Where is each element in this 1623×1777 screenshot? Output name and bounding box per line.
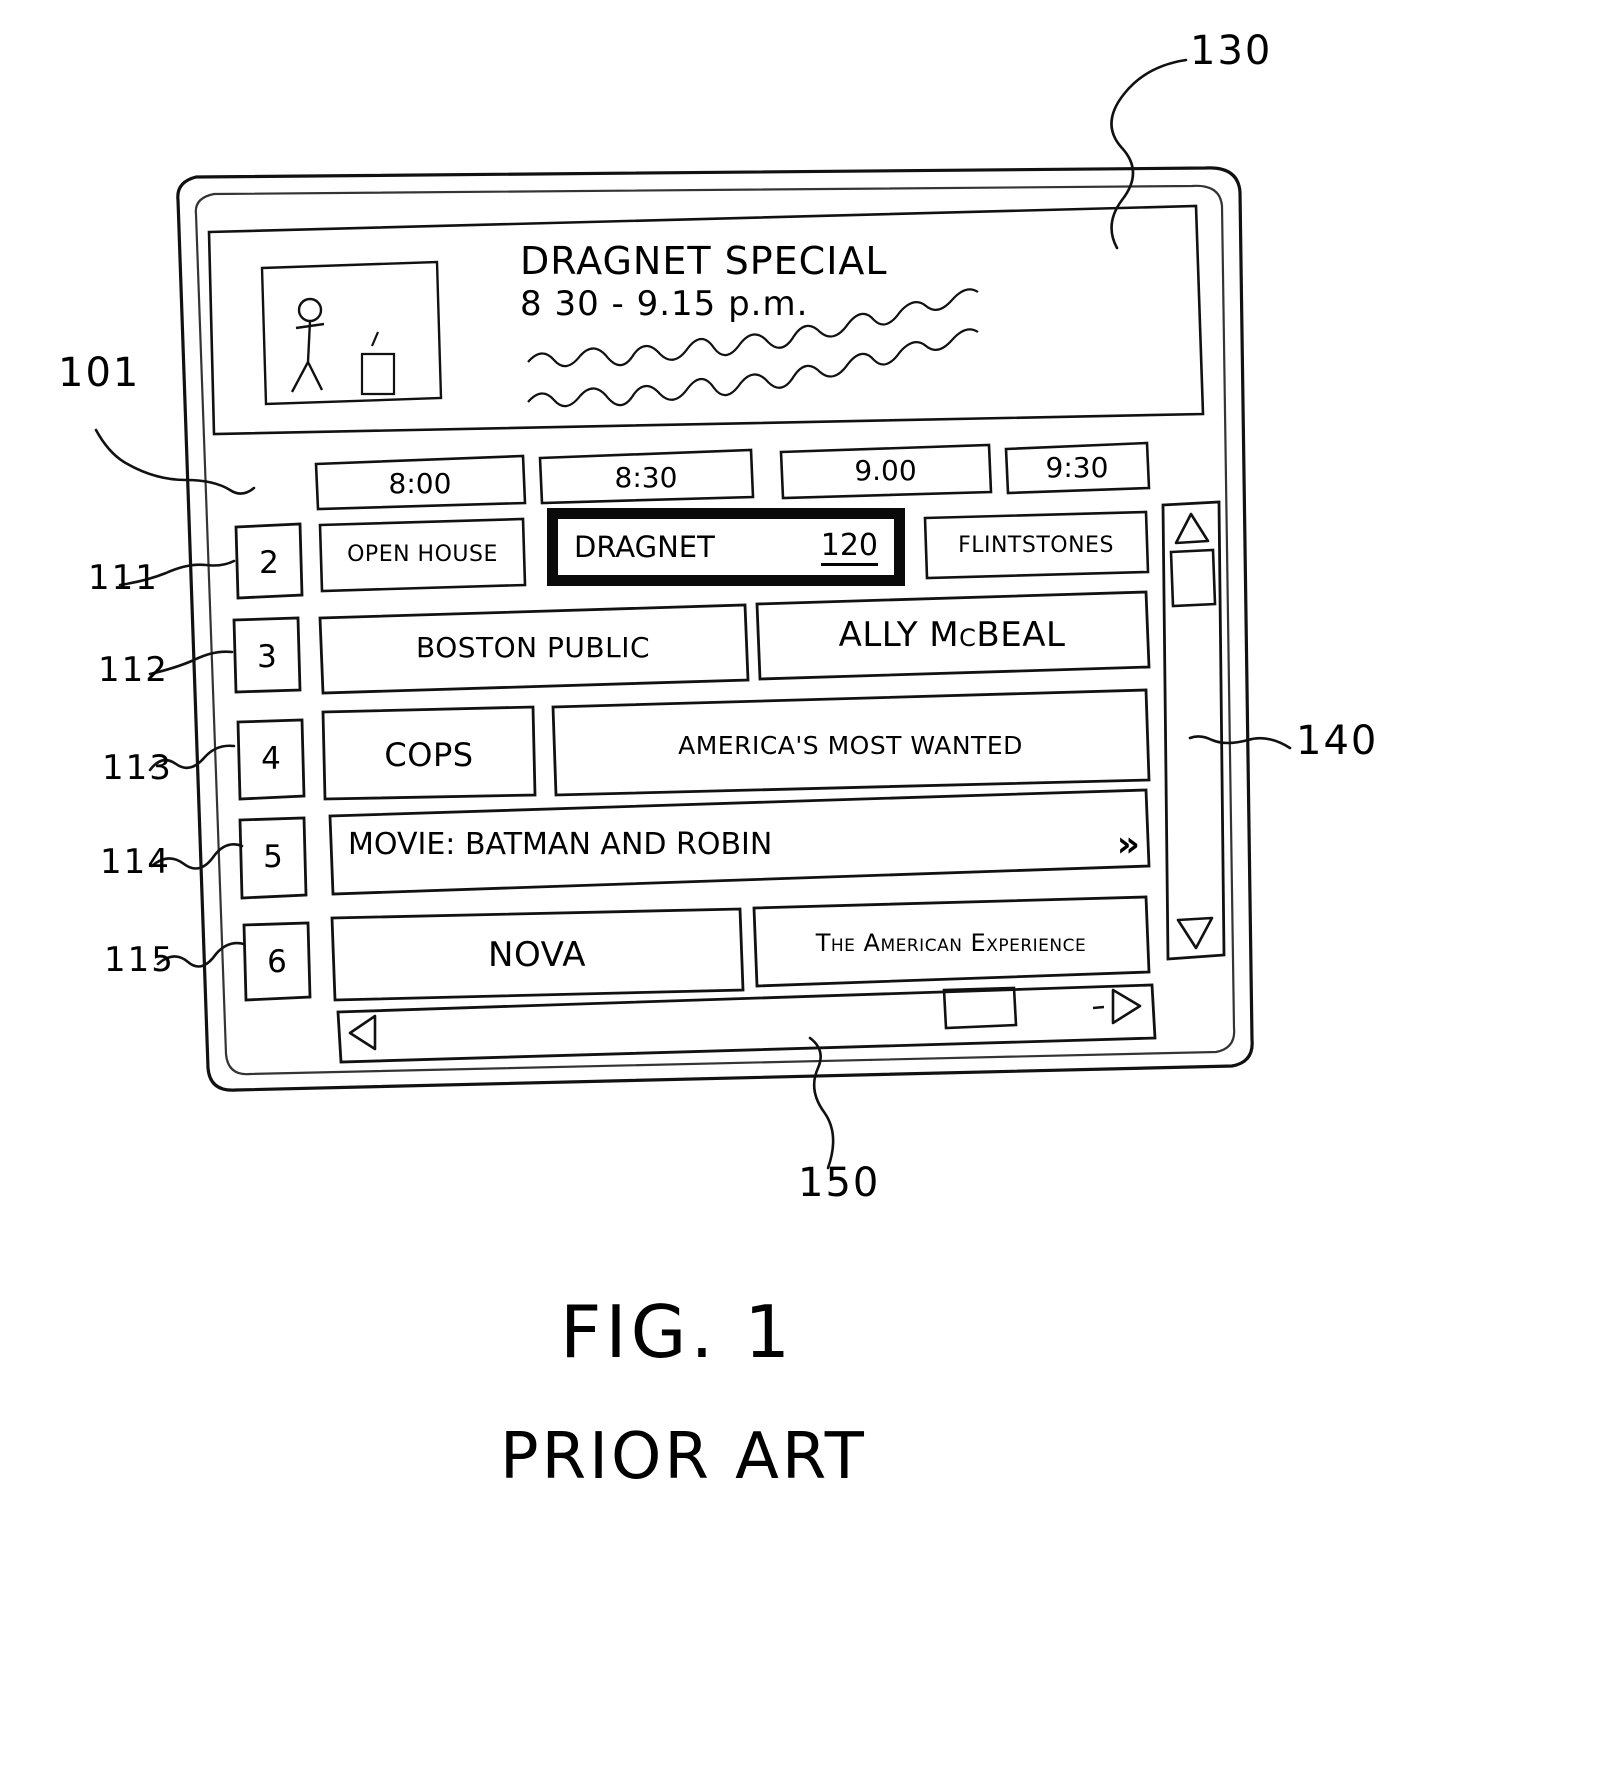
reference-numeral-150: 150 xyxy=(798,1160,881,1206)
reference-numeral-115: 115 xyxy=(104,940,175,980)
figure-subcaption: PRIOR ART xyxy=(500,1420,867,1494)
reference-numeral-101: 101 xyxy=(58,350,141,396)
figure-caption: FIG. 1 xyxy=(560,1290,795,1374)
reference-numeral-130: 130 xyxy=(1190,28,1273,74)
reference-numeral-112: 112 xyxy=(98,650,169,690)
reference-numeral-140: 140 xyxy=(1296,718,1379,764)
reference-leader-lines xyxy=(94,58,1292,1170)
reference-numeral-111: 111 xyxy=(88,558,159,598)
reference-numeral-114: 114 xyxy=(100,842,171,882)
reference-numeral-113: 113 xyxy=(102,748,173,788)
patent-figure: DRAGNET SPECIAL 8 30 - 9.15 p.m. 8:00 8:… xyxy=(0,0,1623,1777)
